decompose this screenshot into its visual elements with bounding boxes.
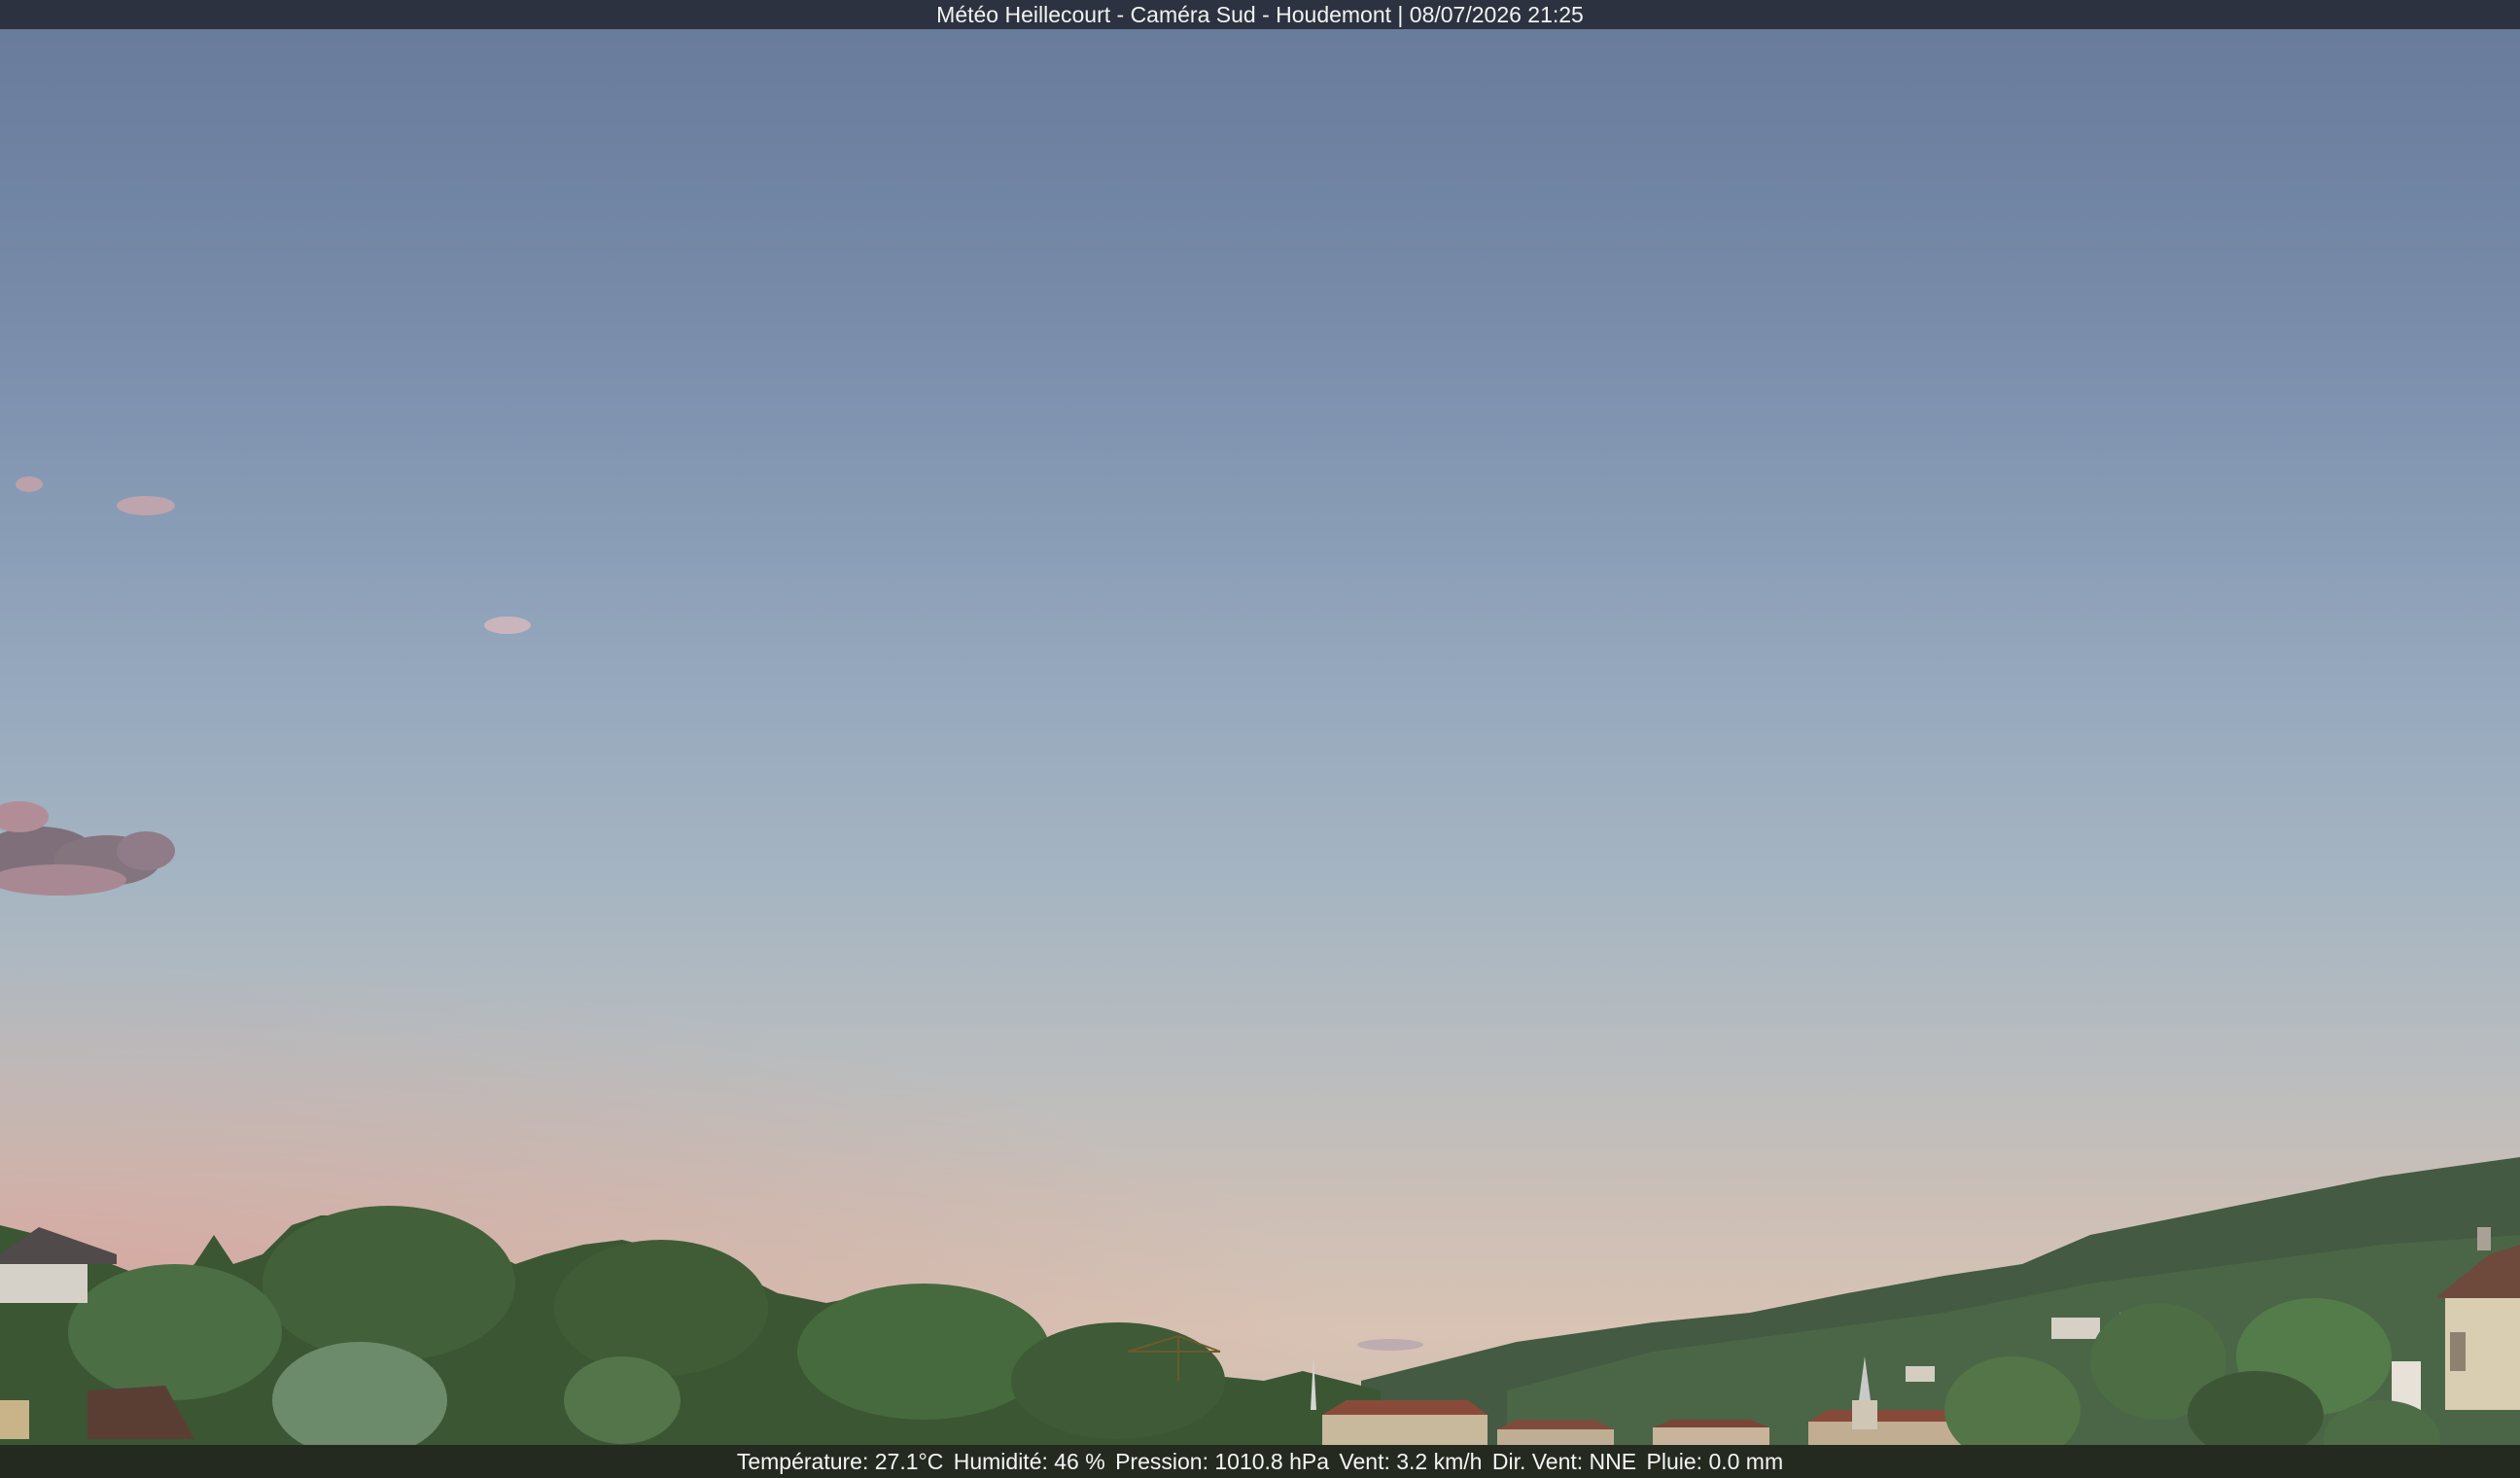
- cloud: [117, 496, 175, 515]
- cloud: [1357, 1339, 1423, 1351]
- dark-cloud: [0, 801, 175, 896]
- landscape: [0, 476, 2520, 1478]
- wind-direction-readout: Dir. Vent: NNE: [1491, 1449, 1637, 1474]
- wind-speed-readout: Vent: 3.2 km/h: [1339, 1449, 1483, 1474]
- rain-readout: Pluie: 0.0 mm: [1646, 1449, 1784, 1474]
- temperature-readout: Température: 27.1°C: [736, 1449, 944, 1474]
- clouds: [0, 476, 1423, 1351]
- cloud: [16, 476, 43, 492]
- weather-info-bar: Température: 27.1°C Humidité: 46 % Press…: [0, 1445, 2520, 1478]
- pressure-readout: Pression: 1010.8 hPa: [1115, 1449, 1330, 1474]
- humidity-readout: Humidité: 46 %: [953, 1449, 1105, 1474]
- left-trees: [0, 1206, 1381, 1478]
- camera-title: Météo Heillecourt - Caméra Sud - Houdemo…: [936, 2, 1584, 27]
- camera-title-bar: Météo Heillecourt - Caméra Sud - Houdemo…: [0, 0, 2520, 29]
- cloud: [484, 616, 531, 634]
- webcam-frame: Météo Heillecourt - Caméra Sud - Houdemo…: [0, 0, 2520, 1478]
